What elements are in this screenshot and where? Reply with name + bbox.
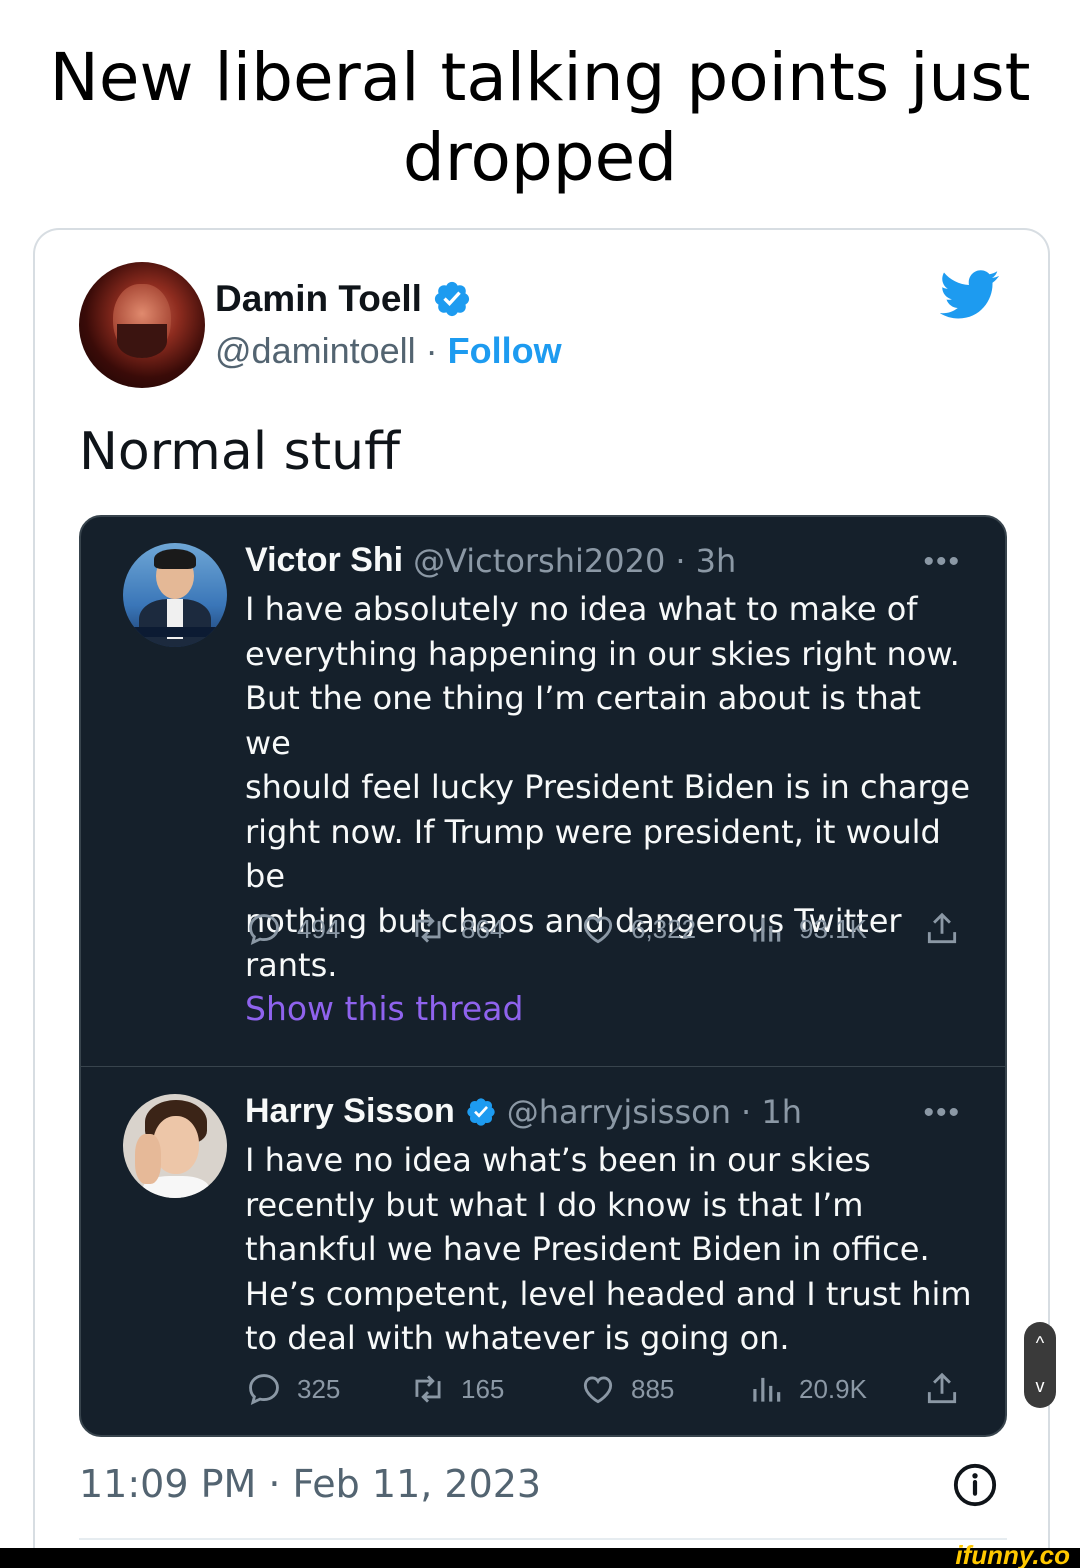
body-line: I have no idea what’s been in our skies — [245, 1141, 871, 1179]
author-handle[interactable]: @damintoell — [215, 330, 416, 371]
body-line: right now. If Trump were president, it w… — [245, 812, 941, 896]
body-line: everything happening in our skies right … — [245, 634, 960, 673]
views-count: 93.1K — [799, 913, 867, 944]
scroll-down-icon[interactable]: v — [1036, 1376, 1045, 1397]
embedded-tweet-victor: Victor Shi @Victorshi2020 · 3h ••• I hav… — [81, 517, 1005, 1067]
show-thread-link[interactable]: Show this thread — [245, 989, 523, 1028]
author-name[interactable]: Damin Toell — [215, 278, 422, 320]
tweet-timestamp[interactable]: 11:09 PM · Feb 11, 2023 — [79, 1462, 541, 1506]
embedded-header: Harry Sisson @harryjsisson · 1h — [245, 1092, 802, 1131]
author-name-row: Damin Toell — [215, 278, 472, 320]
share-icon — [927, 912, 957, 944]
info-icon[interactable] — [952, 1462, 998, 1508]
reply-icon — [249, 1374, 279, 1406]
views-icon — [753, 1377, 781, 1402]
views-count: 20.9K — [799, 1373, 867, 1404]
embedded-screenshot: Victor Shi @Victorshi2020 · 3h ••• I hav… — [79, 515, 1007, 1437]
caption-line-1: New liberal talking points just — [49, 39, 1031, 116]
retweet-icon — [415, 915, 441, 943]
views-icon — [753, 917, 781, 942]
reply-button[interactable]: 494 — [245, 910, 340, 948]
author-avatar[interactable] — [79, 262, 205, 388]
reply-count: 325 — [297, 1373, 341, 1404]
watermark-bar — [0, 1548, 1080, 1568]
embedded-author-handle[interactable]: @harryjsisson — [507, 1093, 731, 1131]
author-handle-row: @damintoell · Follow — [215, 330, 562, 372]
embedded-time: · 3h — [675, 541, 737, 580]
share-button[interactable] — [923, 910, 961, 948]
embedded-tweet-harry: Harry Sisson @harryjsisson · 1h ••• I ha… — [81, 1068, 1005, 1435]
victor-avatar[interactable] — [123, 543, 227, 647]
retweet-count: 864 — [461, 913, 505, 944]
retweet-button[interactable]: 864 — [409, 910, 504, 948]
embedded-author-handle[interactable]: @Victorshi2020 — [413, 542, 665, 580]
tweet-card: Damin Toell @damintoell · Follow Normal … — [33, 228, 1050, 1568]
scroll-up-icon[interactable]: ^ — [1036, 1333, 1044, 1354]
action-bar: 494 864 6,322 93.1K — [245, 910, 975, 950]
like-button[interactable]: 885 — [579, 1370, 674, 1408]
like-icon — [583, 916, 613, 944]
reply-count: 494 — [297, 913, 341, 944]
retweet-button[interactable]: 165 — [409, 1370, 504, 1408]
embedded-author-name[interactable]: Harry Sisson — [245, 1092, 455, 1131]
embedded-body: I have no idea what’s been in our skies … — [245, 1138, 975, 1361]
meme-caption: New liberal talking points just dropped — [40, 38, 1040, 198]
harry-avatar[interactable] — [123, 1094, 227, 1198]
body-line: should feel lucky President Biden is in … — [245, 768, 971, 806]
body-line: He’s competent, level headed and I trust… — [245, 1274, 972, 1313]
tweet-text: Normal stuff — [79, 422, 400, 482]
like-button[interactable]: 6,322 — [579, 910, 696, 948]
like-count: 885 — [631, 1373, 675, 1404]
embedded-author-name[interactable]: Victor Shi — [245, 541, 403, 580]
follow-button[interactable]: Follow — [448, 330, 562, 371]
reply-icon — [249, 914, 279, 946]
views-button[interactable]: 20.9K — [747, 1370, 867, 1408]
like-icon — [583, 1376, 613, 1404]
body-line: But the one thing I’m certain about is t… — [245, 679, 921, 762]
body-line: recently but what I do know is that I’m — [245, 1185, 864, 1224]
body-line: I have absolutely no idea what to make o… — [245, 590, 918, 628]
body-line: to deal with whatever is going on. — [245, 1319, 790, 1357]
body-line: thankful we have President Biden in offi… — [245, 1230, 930, 1268]
reply-button[interactable]: 325 — [245, 1370, 340, 1408]
views-button[interactable]: 93.1K — [747, 910, 867, 948]
more-options-icon[interactable]: ••• — [923, 1096, 961, 1130]
handle-separator: · — [415, 330, 448, 371]
share-button[interactable] — [923, 1370, 961, 1408]
retweet-count: 165 — [461, 1373, 505, 1404]
action-bar: 325 165 885 20.9K — [245, 1370, 975, 1410]
verified-badge-icon — [434, 281, 470, 317]
scroll-control[interactable]: ^ v — [1024, 1322, 1056, 1408]
like-count: 6,322 — [631, 913, 697, 944]
twitter-bird-icon[interactable] — [940, 270, 1000, 320]
caption-line-2: dropped — [402, 119, 678, 196]
retweet-icon — [415, 1375, 441, 1403]
divider — [79, 1538, 1007, 1540]
ifunny-watermark: ifunny.co — [955, 1540, 1070, 1568]
embedded-time: · 1h — [741, 1092, 802, 1131]
more-options-icon[interactable]: ••• — [923, 545, 961, 579]
share-icon — [927, 1372, 957, 1404]
verified-badge-icon — [467, 1097, 495, 1126]
embedded-header: Victor Shi @Victorshi2020 · 3h — [245, 541, 736, 580]
